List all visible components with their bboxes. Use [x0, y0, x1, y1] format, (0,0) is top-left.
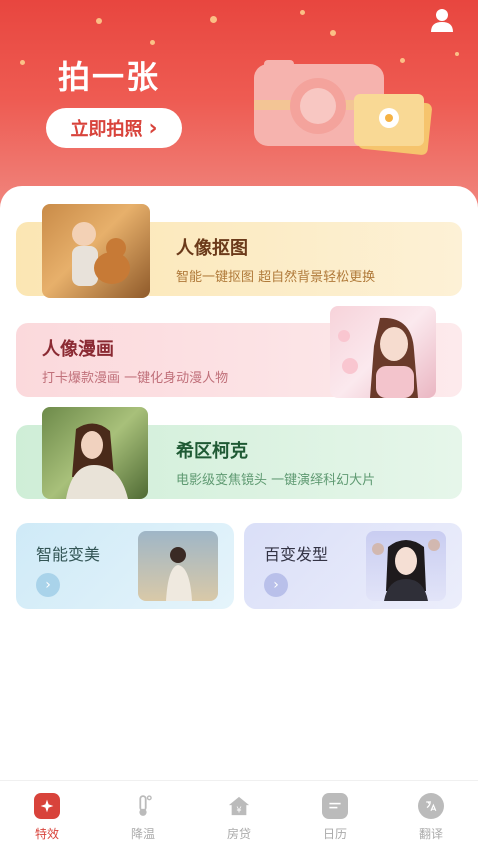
bottom-tab-bar: 特效 降温 ¥ 房贷 日历 翻译: [0, 780, 478, 851]
thermometer-icon: [130, 793, 156, 819]
tab-translate[interactable]: 翻译: [401, 793, 461, 842]
feature-card-smart-beauty[interactable]: 智能变美 ›: [16, 523, 234, 609]
user-profile-icon[interactable]: [428, 6, 456, 34]
sparkle-icon: [34, 793, 60, 819]
house-loan-icon: ¥: [226, 793, 252, 819]
confetti-dot: [300, 10, 305, 15]
take-photo-label: 立即拍照: [70, 119, 143, 140]
confetti-dot: [455, 52, 459, 56]
tab-calendar[interactable]: 日历: [305, 793, 365, 842]
child-with-cat-image: [72, 222, 130, 286]
tab-mortgage[interactable]: ¥ 房贷: [209, 793, 269, 842]
confetti-dot: [20, 60, 25, 65]
woman-portrait-image: [338, 317, 418, 398]
hairstyle-portrait-image: [372, 539, 440, 601]
arrow-right-icon: ›: [36, 573, 60, 597]
svg-text:¥: ¥: [236, 804, 241, 814]
portrait-photo: [138, 531, 218, 601]
hero-title: 拍一张: [58, 58, 161, 96]
tab-label: 房贷: [226, 827, 251, 841]
woman-in-field-image: [66, 423, 128, 499]
portrait-photo: [42, 407, 148, 499]
tab-label: 降温: [130, 827, 155, 841]
portrait-photo: [366, 531, 446, 601]
calendar-icon: [322, 793, 348, 819]
confetti-dot: [96, 18, 102, 24]
chevron-right-icon: ›: [148, 115, 158, 141]
portrait-photo: [330, 306, 436, 398]
tab-label: 特效: [34, 827, 59, 841]
tab-effects[interactable]: 特效: [17, 793, 77, 842]
card-subtitle: 智能一键抠图 超自然背景轻松更换: [176, 270, 376, 285]
confetti-dot: [150, 40, 155, 45]
person-photo-image: [166, 547, 192, 601]
card-title: 百变发型: [264, 545, 329, 564]
portrait-photo: [42, 204, 150, 298]
feature-card-hairstyle[interactable]: 百变发型 ›: [244, 523, 462, 609]
tab-label: 日历: [322, 827, 347, 841]
card-subtitle: 电影级变焦镜头 一键演绎科幻大片: [176, 473, 376, 488]
card-title: 智能变美: [36, 545, 101, 564]
camera-illustration-icon: [254, 60, 432, 155]
tab-label: 翻译: [418, 827, 443, 841]
confetti-dot: [330, 30, 336, 36]
card-title: 希区柯克: [176, 441, 248, 462]
arrow-right-icon: ›: [264, 573, 288, 597]
card-title: 人像抠图: [176, 238, 248, 259]
tab-cooling[interactable]: 降温: [113, 793, 173, 842]
translate-icon: [418, 793, 444, 819]
confetti-dot: [210, 16, 217, 23]
card-subtitle: 打卡爆款漫画 一键化身动漫人物: [42, 371, 229, 386]
card-title: 人像漫画: [42, 339, 114, 360]
take-photo-button[interactable]: 立即拍照 ›: [46, 108, 182, 148]
